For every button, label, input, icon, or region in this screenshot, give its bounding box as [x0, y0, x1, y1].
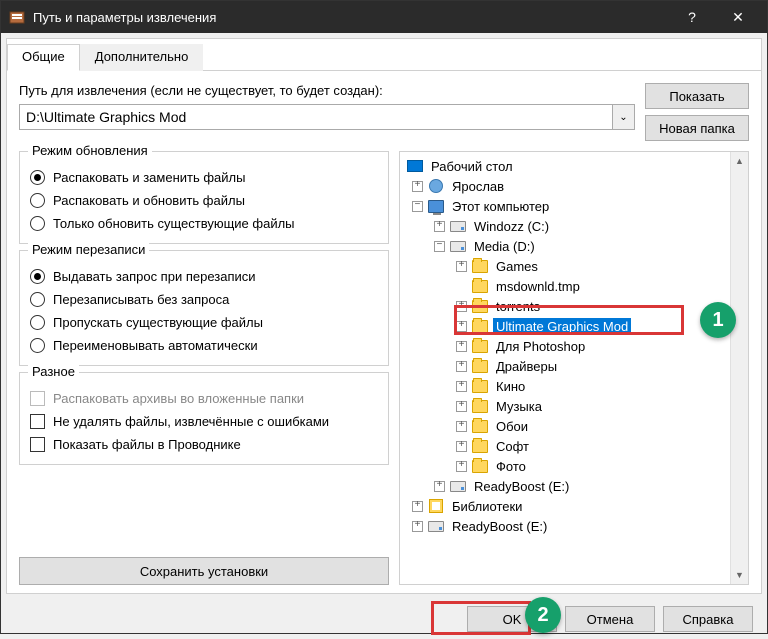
group-update-mode: Режим обновления Распаковать и заменить … — [19, 151, 389, 244]
check-nested: Распаковать архивы во вложенные папки — [30, 387, 378, 410]
tree-node-folder[interactable]: msdownld.tmp — [402, 276, 728, 296]
check-keep-broken[interactable]: Не удалять файлы, извлечённые с ошибками — [30, 410, 378, 433]
help-button[interactable]: ? — [669, 1, 715, 33]
group-title: Разное — [28, 364, 79, 379]
tree-node-drive-c[interactable]: +Windozz (C:) — [402, 216, 728, 236]
radio-icon — [30, 315, 45, 330]
drive-icon — [428, 521, 444, 532]
radio-extract-update[interactable]: Распаковать и обновить файлы — [30, 189, 378, 212]
checkbox-icon — [30, 414, 45, 429]
drive-icon — [450, 241, 466, 252]
scroll-up-icon[interactable]: ▲ — [731, 152, 748, 170]
tree-scrollbar[interactable]: ▲ ▼ — [730, 152, 748, 584]
path-input[interactable] — [19, 104, 613, 130]
scroll-down-icon[interactable]: ▼ — [731, 566, 748, 584]
check-show-explorer[interactable]: Показать файлы в Проводнике — [30, 433, 378, 456]
radio-update-only[interactable]: Только обновить существующие файлы — [30, 212, 378, 235]
folder-icon — [472, 440, 488, 453]
radio-icon — [30, 216, 45, 231]
checkbox-icon — [30, 391, 45, 406]
folder-icon — [472, 320, 488, 333]
tree-node-folder[interactable]: +Кино — [402, 376, 728, 396]
tree-node-folder[interactable]: +Для Photoshop — [402, 336, 728, 356]
radio-icon — [30, 193, 45, 208]
tree-node-user[interactable]: +Ярослав — [402, 176, 728, 196]
folder-tree[interactable]: Рабочий стол +Ярослав −Этот компьютер +W… — [399, 151, 749, 585]
folder-icon — [472, 460, 488, 473]
cancel-button[interactable]: Отмена — [565, 606, 655, 632]
save-settings-button[interactable]: Сохранить установки — [19, 557, 389, 585]
new-folder-button[interactable]: Новая папка — [645, 115, 749, 141]
tree-node-desktop[interactable]: Рабочий стол — [402, 156, 728, 176]
radio-icon — [30, 338, 45, 353]
titlebar: Путь и параметры извлечения ? ✕ — [1, 1, 767, 33]
drive-icon — [450, 221, 466, 232]
tree-node-thispc[interactable]: −Этот компьютер — [402, 196, 728, 216]
libraries-icon — [429, 499, 443, 513]
group-overwrite-mode: Режим перезаписи Выдавать запрос при пер… — [19, 250, 389, 366]
radio-ask[interactable]: Выдавать запрос при перезаписи — [30, 265, 378, 288]
folder-icon — [472, 420, 488, 433]
close-button[interactable]: ✕ — [715, 1, 761, 33]
tab-strip: Общие Дополнительно — [7, 43, 761, 71]
user-icon — [429, 179, 443, 193]
tree-node-selected[interactable]: +Ultimate Graphics Mod — [402, 316, 728, 336]
group-title: Режим перезаписи — [28, 242, 149, 257]
tab-advanced[interactable]: Дополнительно — [80, 44, 204, 71]
annotation-callout-1: 1 — [700, 302, 736, 338]
path-label: Путь для извлечения (если не существует,… — [19, 83, 635, 98]
tree-node-folder[interactable]: +Драйверы — [402, 356, 728, 376]
path-dropdown-button[interactable]: ⌄ — [613, 104, 635, 130]
tree-node-folder[interactable]: +Games — [402, 256, 728, 276]
tree-node-libraries[interactable]: +Библиотеки — [402, 496, 728, 516]
checkbox-icon — [30, 437, 45, 452]
desktop-icon — [407, 160, 423, 172]
help-button[interactable]: Справка — [663, 606, 753, 632]
radio-icon — [30, 292, 45, 307]
tree-node-drive-e[interactable]: +ReadyBoost (E:) — [402, 516, 728, 536]
tree-node-folder[interactable]: +Музыка — [402, 396, 728, 416]
radio-rename[interactable]: Переименовывать автоматически — [30, 334, 378, 357]
folder-icon — [472, 260, 488, 273]
radio-extract-replace[interactable]: Распаковать и заменить файлы — [30, 166, 378, 189]
group-title: Режим обновления — [28, 143, 152, 158]
dialog-footer: OK 2 Отмена Справка — [1, 599, 767, 639]
radio-icon — [30, 170, 45, 185]
computer-icon — [428, 200, 444, 213]
app-icon — [9, 9, 25, 25]
window-title: Путь и параметры извлечения — [33, 10, 669, 25]
tree-node-drive-d[interactable]: −Media (D:) — [402, 236, 728, 256]
tree-node-folder[interactable]: +Софт — [402, 436, 728, 456]
radio-overwrite[interactable]: Перезаписывать без запроса — [30, 288, 378, 311]
dialog-body: Путь для извлечения (если не существует,… — [7, 71, 761, 593]
folder-icon — [472, 340, 488, 353]
dialog-window: Путь и параметры извлечения ? ✕ Общие До… — [0, 0, 768, 634]
annotation-callout-2: 2 — [525, 597, 561, 633]
radio-icon — [30, 269, 45, 284]
tree-node-drive-e[interactable]: +ReadyBoost (E:) — [402, 476, 728, 496]
folder-icon — [472, 380, 488, 393]
folder-icon — [472, 280, 488, 293]
folder-icon — [472, 300, 488, 313]
folder-icon — [472, 400, 488, 413]
client-area: Общие Дополнительно Путь для извлечения … — [6, 38, 762, 594]
tab-general[interactable]: Общие — [7, 44, 80, 71]
tree-node-folder[interactable]: +torrents — [402, 296, 728, 316]
drive-icon — [450, 481, 466, 492]
group-misc: Разное Распаковать архивы во вложенные п… — [19, 372, 389, 465]
folder-icon — [472, 360, 488, 373]
radio-skip[interactable]: Пропускать существующие файлы — [30, 311, 378, 334]
show-button[interactable]: Показать — [645, 83, 749, 109]
tree-node-folder[interactable]: +Обои — [402, 416, 728, 436]
tree-node-folder[interactable]: +Фото — [402, 456, 728, 476]
